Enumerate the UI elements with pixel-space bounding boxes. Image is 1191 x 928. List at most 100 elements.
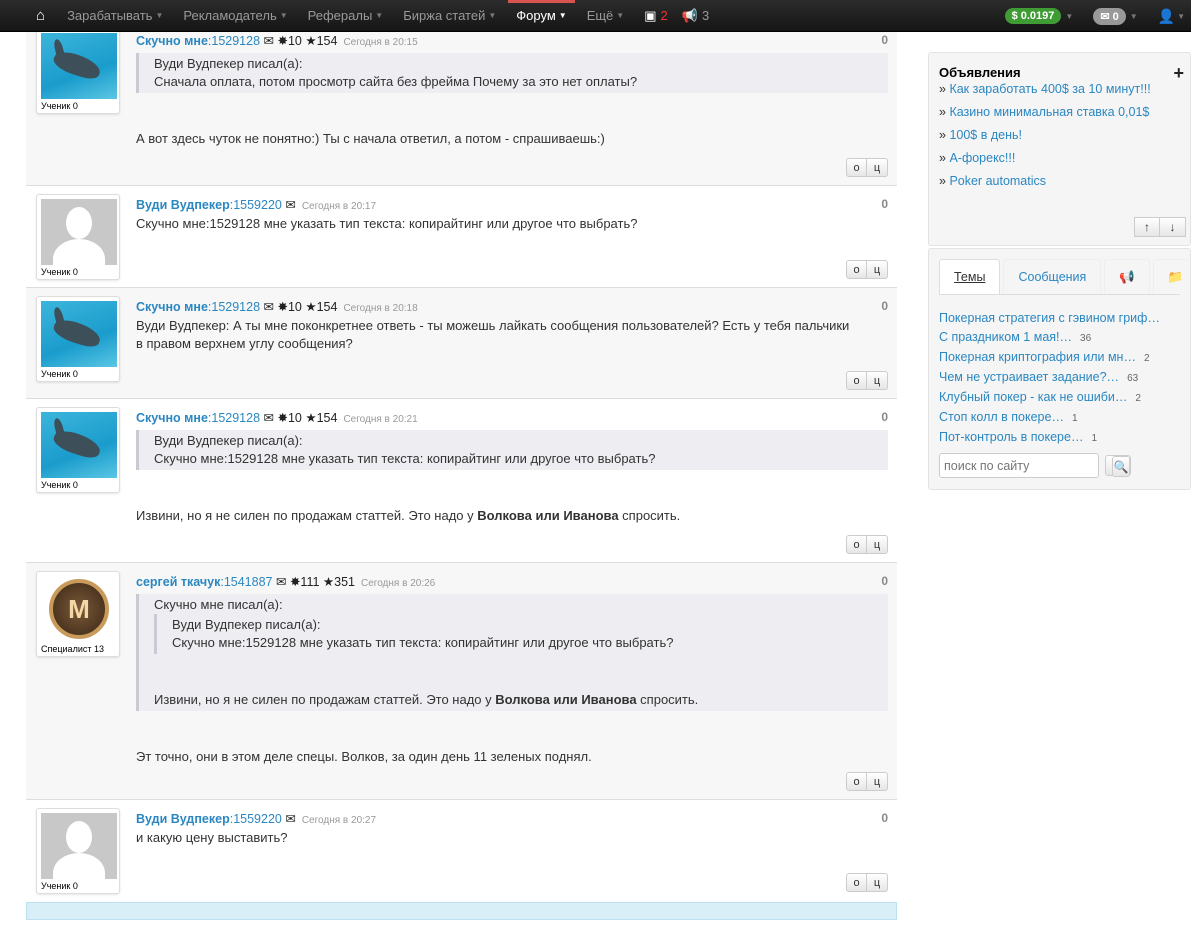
vote-c-button[interactable]: ц [867,158,888,177]
vote-c-button[interactable]: ц [867,371,888,390]
ad-item[interactable]: » 100$ в день! [939,128,1180,142]
envelope-icon[interactable]: ✉ [264,411,274,425]
avatar-image: M [41,576,117,642]
author-link[interactable]: Вуди Вудпекер [136,812,230,826]
envelope-icon[interactable]: ✉ [285,812,295,826]
vote-c-button[interactable]: ц [867,772,888,791]
envelope-icon[interactable]: ✉ [285,198,295,212]
tab-folder[interactable]: 📁 [1152,259,1191,294]
nav-more[interactable]: Ещё ▼ [587,0,625,32]
topics-panel: Темы Сообщения 📢 📁 Покерная стратегия с … [928,248,1191,490]
nav-advertiser[interactable]: Рекламодатель ▼ [183,0,287,32]
author-id-link[interactable]: :1529128 [208,34,260,48]
nav-referrals[interactable]: Рефералы ▼ [308,0,384,32]
nav-inbox[interactable]: ▣ 2 [644,0,668,32]
post-time: Сегодня в 20:17 [301,201,377,212]
avatar[interactable]: Ученик 0 [36,194,120,280]
quote-text: Скучно мне:1529128 мне указать тип текст… [172,635,674,650]
author-link[interactable]: сергей ткачук [136,575,220,589]
arrow-down-icon[interactable]: ↓ [1160,217,1186,237]
post-time: Сегодня в 20:15 [343,37,418,48]
author-id-link[interactable]: :1541887 [220,575,272,589]
author-id-link[interactable]: :1529128 [208,300,260,314]
vote-o-button[interactable]: о [846,772,867,791]
topic-link[interactable]: С праздником 1 мая!… [939,330,1072,344]
nav-earn[interactable]: Зарабатывать ▼ [67,0,163,32]
ad-link[interactable]: А-форекс!!! [949,151,1015,165]
author-link[interactable]: Скучно мне [136,34,208,48]
topic-item: Покерная стратегия с гэвином гриф… [939,309,1180,328]
post-score: 0 [881,410,888,424]
medal-letter: M [49,579,109,639]
nav-forum[interactable]: Форум ▼ [508,0,576,32]
topic-link[interactable]: Пот-контроль в покере… [939,430,1083,444]
user-icon[interactable]: 👤 [1158,8,1175,25]
topic-link[interactable]: Покерная криптография или мн… [939,350,1136,364]
topic-link[interactable]: Стоп колл в покере… [939,410,1064,424]
tab-topics[interactable]: Темы [939,259,1001,294]
arrow-up-icon[interactable]: ↑ [1134,217,1160,237]
vote-o-button[interactable]: о [846,535,867,554]
topic-link[interactable]: Чем не устраивает задание?… [939,370,1119,384]
plus-icon[interactable]: + [1173,63,1184,84]
topic-count: 1 [1071,413,1078,424]
nav-announcements[interactable]: 📢 3 [682,0,709,32]
star-icon: ★ [305,411,317,425]
ad-link[interactable]: Как заработать 400$ за 10 минут!!! [949,82,1150,96]
ad-item[interactable]: » А-форекс!!! [939,151,1180,165]
vote-c-button[interactable]: ц [867,873,888,892]
forum-post: Ученик 0 Скучно мне:1529128 ✉ ✸10 ★154 Се… [26,20,897,186]
balance-badge[interactable]: $ 0.0197 [1004,8,1062,24]
topic-item: Покерная криптография или мн… 2 [939,348,1180,368]
gear-icon: ✸ [277,300,288,314]
nav-articles[interactable]: Биржа статей ▼ [403,0,496,32]
post-score: 0 [881,33,888,47]
author-id-link[interactable]: :1559220 [230,198,282,212]
envelope-icon[interactable]: ✉ [264,34,274,48]
text-bold: Волкова или Иванова [495,692,637,707]
post-text: Извини, но я не силен по продажам статте… [136,507,888,525]
messages-badge[interactable]: ✉ 0 [1093,7,1126,25]
vote-o-button[interactable]: о [846,873,867,892]
star-count: 351 [334,575,355,589]
envelope-icon[interactable]: ✉ [264,300,274,314]
search-icon: 🔍 [1112,456,1130,477]
text-bold: Волкова или Иванова [477,508,619,523]
ad-link[interactable]: 100$ в день! [949,128,1022,142]
vote-o-button[interactable]: о [846,260,867,279]
vote-c-button[interactable]: ц [867,535,888,554]
vote-o-button[interactable]: о [846,371,867,390]
ad-link[interactable]: Poker automatics [949,174,1046,188]
avatar[interactable]: M Специалист 13 [36,571,120,657]
post-time: Сегодня в 20:18 [343,303,418,314]
stat-count: 10 [287,300,302,314]
search-button[interactable]: 🔍 [1105,455,1131,477]
avatar[interactable]: Ученик 0 [36,808,120,894]
avatar[interactable]: Ученик 0 [36,296,120,382]
star-count: 154 [316,34,338,48]
topic-link[interactable]: Покерная стратегия с гэвином гриф… [939,311,1160,325]
avatar[interactable]: Ученик 0 [36,28,120,114]
megaphone-icon: 📢 [1119,269,1135,284]
search-input[interactable] [939,453,1099,478]
nav-label: Рефералы [307,8,373,23]
tab-announcements[interactable]: 📢 [1104,259,1150,294]
home-icon[interactable]: ⌂ [36,0,45,32]
envelope-icon[interactable]: ✉ [276,575,286,589]
ad-item[interactable]: » Poker automatics [939,174,1180,188]
author-id-link[interactable]: :1529128 [208,411,260,425]
avatar-image [41,301,117,367]
author-id-link[interactable]: :1559220 [230,812,282,826]
avatar[interactable]: Ученик 0 [36,407,120,493]
vote-c-button[interactable]: ц [867,260,888,279]
post-text: Вуди Вудпекер: А ты мне поконкретнее отв… [136,318,850,351]
topic-link[interactable]: Клубный покер - как не ошиби… [939,390,1127,404]
author-link[interactable]: Скучно мне [136,300,208,314]
author-link[interactable]: Скучно мне [136,411,208,425]
ad-link[interactable]: Казино минимальная ставка 0,01$ [949,105,1149,119]
ad-item[interactable]: » Казино минимальная ставка 0,01$ [939,105,1180,119]
author-link[interactable]: Вуди Вудпекер [136,198,230,212]
tab-messages[interactable]: Сообщения [1003,259,1102,294]
ad-item[interactable]: » Как заработать 400$ за 10 минут!!! [939,82,1180,96]
vote-o-button[interactable]: о [846,158,867,177]
